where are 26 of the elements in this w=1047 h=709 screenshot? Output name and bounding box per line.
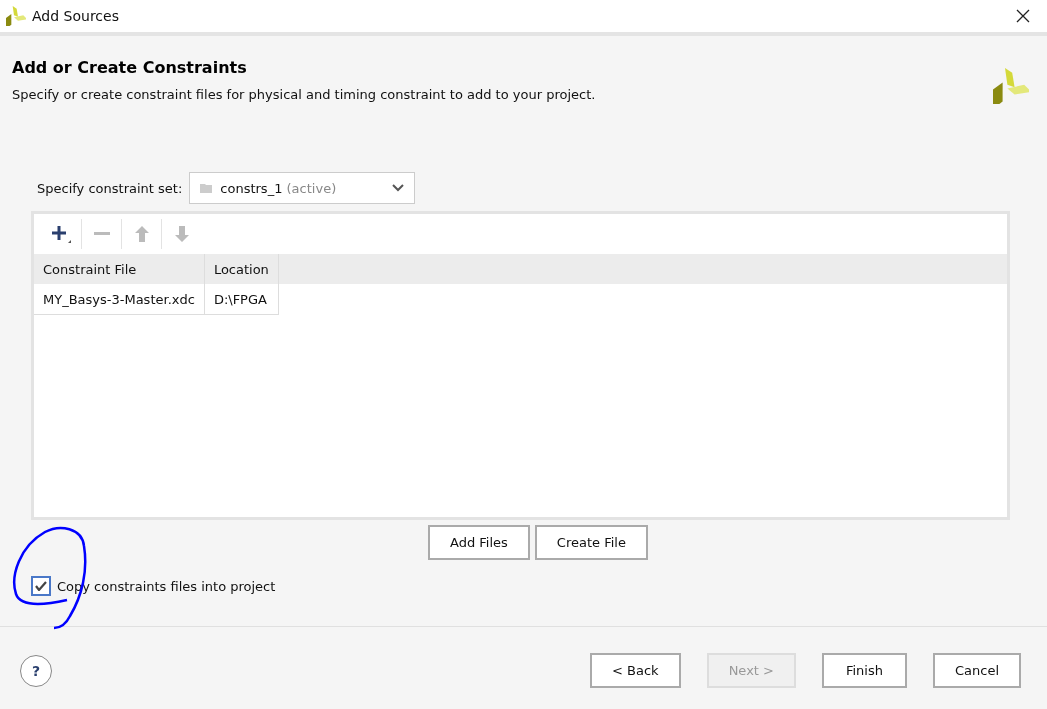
chevron-down-icon: [392, 184, 405, 192]
close-icon: [1016, 9, 1030, 23]
table-cell: D:\FPGA: [204, 284, 279, 315]
page-title: Add or Create Constraints: [12, 58, 248, 77]
arrow-down-icon: [175, 226, 189, 242]
folder-icon: [200, 183, 213, 193]
plus-icon: [50, 224, 73, 244]
copy-checkbox[interactable]: [31, 576, 51, 596]
wizard-button[interactable]: Cancel: [932, 653, 1021, 688]
constraint-set-dropdown[interactable]: constrs_1 (active): [189, 172, 416, 204]
column-header: Location: [204, 254, 279, 284]
arrow-up-icon: [134, 226, 149, 242]
column-header: Constraint File: [34, 254, 205, 284]
constraint-set-label: Specify constraint set:: [37, 180, 183, 196]
minus-icon: [93, 232, 110, 236]
logo-icon: [993, 68, 1029, 104]
file-action-button[interactable]: Create File: [534, 525, 648, 560]
wizard-button[interactable]: Finish: [821, 653, 907, 688]
window-title: Add Sources: [32, 8, 120, 24]
page-subtitle: Specify or create constraint files for physical and timing constraint to add to your project.: [12, 87, 596, 102]
table-cell: MY_Basys-3-Master.xdc: [34, 284, 205, 315]
file-action-button[interactable]: Add Files: [428, 525, 530, 560]
help-button[interactable]: ?: [20, 654, 52, 687]
checkmark-icon: [35, 581, 47, 591]
wizard-button[interactable]: < Back: [590, 653, 681, 688]
logo-icon: [6, 6, 26, 26]
